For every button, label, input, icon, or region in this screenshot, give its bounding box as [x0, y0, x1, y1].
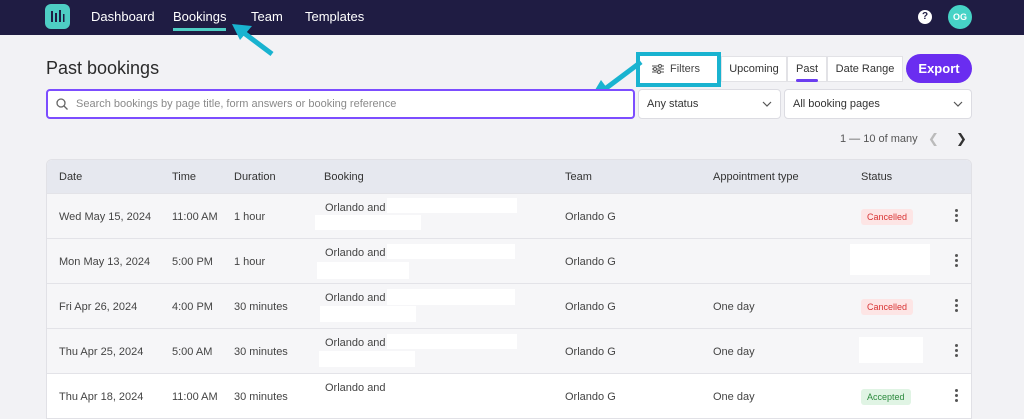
cell-booking: Orlando and — [325, 202, 386, 214]
cell-date: Thu Apr 18, 2024 — [59, 391, 144, 403]
cell-team: Orlando G — [565, 391, 616, 403]
header-duration[interactable]: Duration — [234, 171, 276, 183]
tab-date-range-label: Date Range — [835, 63, 895, 75]
redaction — [850, 244, 930, 275]
redaction — [859, 337, 923, 363]
pagination-label: 1 — 10 of many — [840, 133, 918, 145]
cell-booking: Orlando and — [325, 292, 386, 304]
table-row[interactable]: Thu Apr 25, 2024 5:00 AM 30 minutes Orla… — [47, 328, 971, 373]
filters-label: Filters — [670, 63, 700, 75]
status-badge: Accepted — [861, 389, 911, 405]
annotation-arrow-bookings — [232, 24, 274, 56]
booking-pages-select-value: All booking pages — [793, 98, 880, 110]
table-row[interactable]: Fri Apr 26, 2024 4:00 PM 30 minutes Orla… — [47, 283, 971, 328]
cell-appointment-type: One day — [713, 301, 755, 313]
cell-time: 11:00 AM — [172, 391, 218, 403]
search-icon — [56, 98, 68, 110]
cell-date: Wed May 15, 2024 — [59, 211, 152, 223]
export-button[interactable]: Export — [906, 54, 972, 83]
more-options-icon[interactable] — [955, 299, 959, 314]
chevron-down-icon — [762, 101, 772, 107]
nav-templates[interactable]: Templates — [305, 9, 364, 24]
logo-icon — [51, 10, 65, 22]
cell-time: 4:00 PM — [172, 301, 213, 313]
cell-duration: 30 minutes — [234, 346, 288, 358]
more-options-icon[interactable] — [955, 389, 959, 404]
app-logo[interactable] — [45, 4, 70, 29]
cell-appointment-type: One day — [713, 346, 755, 358]
avatar[interactable]: OG — [948, 5, 972, 29]
table-row[interactable]: Wed May 15, 2024 11:00 AM 1 hour Orlando… — [47, 193, 971, 238]
redaction — [317, 262, 409, 279]
cell-duration: 1 hour — [234, 211, 266, 223]
status-badge: Cancelled — [861, 299, 914, 315]
cell-time: 5:00 AM — [172, 346, 213, 358]
cell-booking: Orlando and — [325, 247, 386, 259]
page-title: Past bookings — [46, 58, 160, 78]
more-options-icon[interactable] — [955, 344, 959, 359]
tab-past-label: Past — [795, 63, 818, 75]
cell-appointment-type: One day — [713, 391, 755, 403]
help-icon[interactable]: ? — [918, 10, 932, 24]
booking-pages-select[interactable]: All booking pages — [784, 89, 972, 119]
filter-sliders-icon — [652, 64, 664, 74]
cell-date: Mon May 13, 2024 — [59, 256, 151, 268]
more-options-icon[interactable] — [955, 254, 959, 269]
top-nav: Dashboard Bookings Team Templates ? OG — [0, 0, 1024, 35]
cell-team: Orlando G — [565, 346, 616, 358]
tab-date-range[interactable]: Date Range — [827, 56, 903, 82]
header-status[interactable]: Status — [861, 171, 892, 183]
chevron-left-icon[interactable]: ❮ — [928, 131, 939, 147]
cell-date: Fri Apr 26, 2024 — [59, 301, 138, 313]
redaction — [387, 334, 517, 349]
cell-date: Thu Apr 25, 2024 — [59, 346, 144, 358]
cell-team: Orlando G — [565, 211, 616, 223]
filters-button[interactable]: Filters — [644, 57, 714, 81]
tab-upcoming-label: Upcoming — [729, 63, 779, 75]
chevron-right-icon[interactable]: ❯ — [956, 131, 967, 147]
cell-time: 5:00 PM — [172, 256, 213, 268]
redaction — [319, 351, 415, 367]
bookings-table: Date Time Duration Booking Team Appointm… — [46, 159, 972, 419]
more-options-icon[interactable] — [955, 209, 959, 224]
tab-upcoming[interactable]: Upcoming — [721, 56, 787, 82]
active-tab-indicator — [796, 79, 818, 82]
redaction — [387, 198, 517, 213]
cell-booking: Orlando and — [325, 337, 386, 349]
cell-booking: Orlando and — [325, 382, 386, 394]
cell-duration: 1 hour — [234, 256, 266, 268]
header-date[interactable]: Date — [59, 171, 82, 183]
status-select[interactable]: Any status — [638, 89, 781, 119]
header-appointment-type[interactable]: Appointment type — [713, 171, 799, 183]
status-select-value: Any status — [647, 98, 699, 110]
tab-past[interactable]: Past — [787, 56, 827, 82]
cell-duration: 30 minutes — [234, 301, 288, 313]
table-header: Date Time Duration Booking Team Appointm… — [47, 160, 971, 193]
search-input[interactable] — [76, 98, 616, 110]
table-row[interactable]: Thu Apr 18, 2024 11:00 AM 30 minutes Orl… — [47, 373, 971, 418]
chevron-down-icon — [953, 101, 963, 107]
header-team[interactable]: Team — [565, 171, 592, 183]
table-row[interactable]: Mon May 13, 2024 5:00 PM 1 hour Orlando … — [47, 238, 971, 283]
redaction — [387, 244, 515, 259]
redaction — [320, 306, 416, 322]
header-time[interactable]: Time — [172, 171, 196, 183]
nav-bookings[interactable]: Bookings — [173, 9, 227, 31]
status-badge: Cancelled — [861, 209, 914, 225]
header-booking[interactable]: Booking — [324, 171, 364, 183]
redaction — [387, 289, 515, 305]
nav-dashboard[interactable]: Dashboard — [91, 9, 155, 24]
search-box[interactable] — [46, 89, 635, 119]
redaction — [315, 215, 421, 230]
cell-time: 11:00 AM — [172, 211, 218, 223]
cell-team: Orlando G — [565, 256, 616, 268]
cell-duration: 30 minutes — [234, 391, 288, 403]
cell-team: Orlando G — [565, 301, 616, 313]
